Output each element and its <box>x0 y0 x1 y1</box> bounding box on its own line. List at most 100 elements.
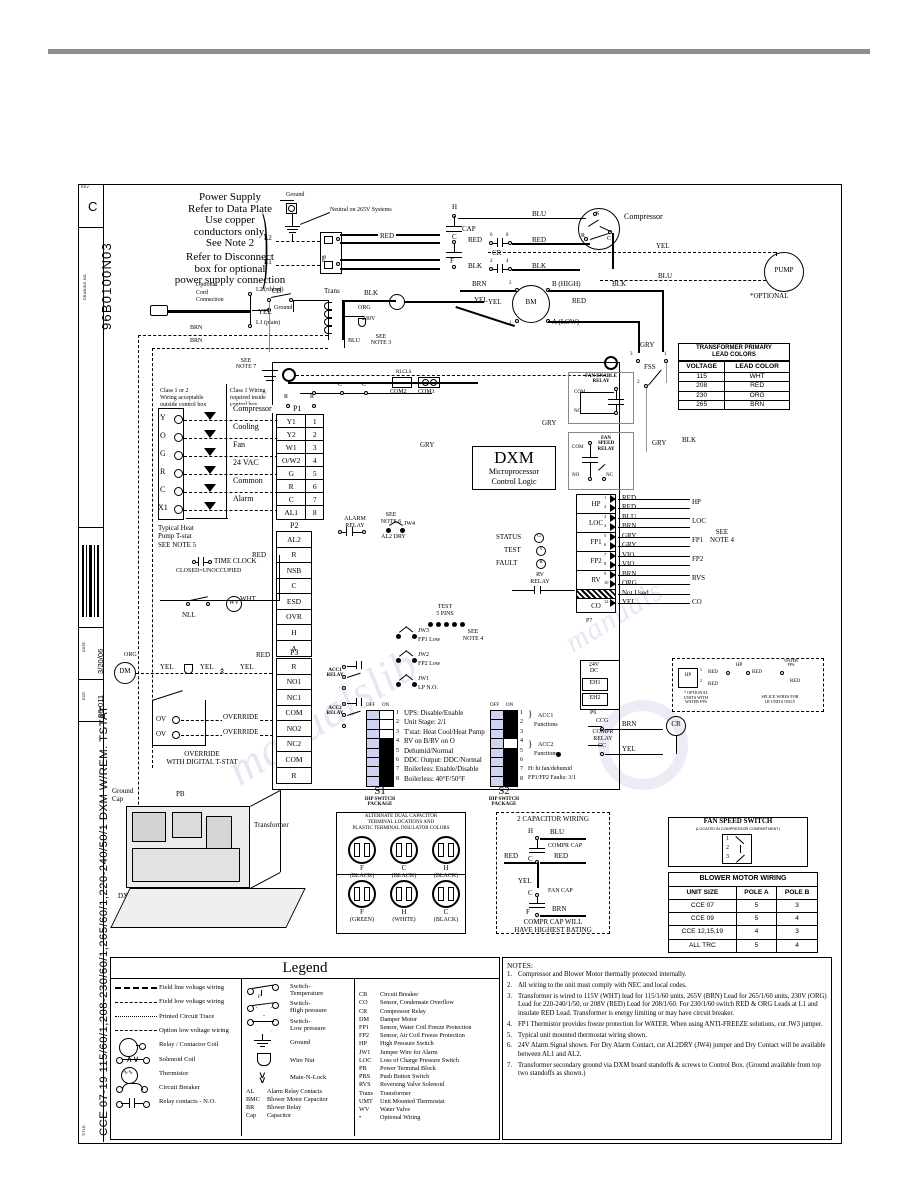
legend-item: Switch- Low pressure <box>246 1017 351 1033</box>
table-cell: 5 <box>735 912 778 927</box>
note-text: All wiring to the unit must comply with … <box>518 981 687 989</box>
p1-pin: 3 <box>312 442 317 452</box>
abbr-key: PBS <box>359 1073 371 1081</box>
legend-abbr: AL Alarm Relay Contacts <box>246 1088 351 1096</box>
p7-connector-arrow <box>610 599 616 607</box>
legend-abbr: Cap Capacitor <box>246 1112 351 1120</box>
p7-wire-line <box>618 584 690 585</box>
cap-terminal-color: (BLACK) <box>433 917 459 923</box>
dip-on-side <box>380 739 393 748</box>
s1-switch-package[interactable] <box>366 710 394 788</box>
mate-n-lock-dm: » <box>216 667 227 674</box>
yel-pump-line <box>488 252 776 253</box>
class-outside-note: Class 1 or 2 Wiring acceptable outside c… <box>160 388 207 409</box>
alarm-relay-label: ALARM RELAY <box>344 516 366 529</box>
brn-bm: BRN <box>472 280 487 288</box>
s2-switch-2[interactable] <box>491 720 517 730</box>
table-cell: CCE 12,15,19 <box>668 925 737 940</box>
acc2-n2 <box>342 713 346 717</box>
p7-connector-arrow <box>610 542 616 550</box>
s1-switch-5[interactable] <box>367 748 393 758</box>
s1-switch-7[interactable] <box>367 767 393 777</box>
s1-on: ON <box>382 703 390 708</box>
p7-connector-arrow <box>610 561 616 569</box>
note-item: 4. FP1 Thermistor provides freeze protect… <box>507 1021 827 1030</box>
water-red2: RED <box>708 682 718 687</box>
tp-2 <box>436 622 441 627</box>
p2-row: C <box>277 579 311 594</box>
fss-down <box>646 388 647 452</box>
acc2-n3 <box>342 724 346 728</box>
ar-w1 <box>342 532 347 533</box>
l1-line <box>276 265 320 266</box>
s2-switch-5[interactable] <box>491 748 517 758</box>
cr-w4 <box>503 269 509 270</box>
abbr-key: HP <box>359 1040 367 1048</box>
table-cell: 230 <box>677 390 726 401</box>
trans-sec-b <box>344 316 364 317</box>
trans-table-title: TRANSFORMER PRIMARY LEAD COLORS <box>696 345 772 359</box>
cap-terminal-letter: F <box>360 908 364 916</box>
two-cap-yel-stem <box>537 862 539 888</box>
p7-connector-arrow <box>610 533 616 541</box>
dip-on-side <box>380 757 393 767</box>
p2-terminal: C <box>291 581 297 591</box>
s1-switch-1[interactable] <box>367 711 393 721</box>
s1-switch-4[interactable] <box>367 739 393 749</box>
legend-column-2: F Switch- Temperature Switch- High pressure S… <box>242 979 355 1137</box>
s1-switch-3[interactable] <box>367 729 393 740</box>
s2-switch-6[interactable] <box>491 757 517 768</box>
tstat-function: Fan <box>232 440 246 450</box>
legend-abbr: FP2 Sensor, Air Coil Freeze Protection <box>359 1032 496 1040</box>
tstat-terminal-R: R <box>160 467 166 476</box>
fss-p3: 3 <box>726 854 729 860</box>
dip-off-side <box>367 767 380 776</box>
p1-row: W1 3 <box>277 441 323 454</box>
p2-row: NSB <box>277 563 311 579</box>
p7-wire-line <box>618 575 690 576</box>
tstat-screw <box>174 469 183 478</box>
jw2-fn: FP2 Low <box>418 661 441 667</box>
table-row: 265 BRN <box>677 399 790 411</box>
legend-abbr: CB Circuit Breaker <box>359 991 496 999</box>
s2-switch-package[interactable] <box>490 710 518 788</box>
tstat-wire <box>184 456 278 457</box>
p3-row: NC1 <box>277 690 311 706</box>
fsr-com: COM <box>572 445 584 450</box>
dip-on-side <box>380 748 393 757</box>
p7-wire-line <box>618 499 690 500</box>
s1-switch-6[interactable] <box>367 757 393 768</box>
s1-switch-2[interactable] <box>367 720 393 730</box>
table-cell: 5 <box>735 898 778 914</box>
s2-switch-3[interactable] <box>491 729 517 740</box>
p1-terminal-name: R <box>277 480 307 492</box>
tstat-terminal-Y: Y <box>160 413 166 422</box>
bn-4 <box>286 404 290 408</box>
fer-st1 <box>616 391 617 399</box>
cap-terminal-color: (WHITE) <box>392 917 416 923</box>
tstat-wire <box>184 474 278 475</box>
notes-title: NOTES: <box>507 961 533 970</box>
dip-off-side <box>367 757 380 767</box>
option-low-voltage-icon <box>115 1025 159 1036</box>
two-cap-plate1 <box>529 848 545 849</box>
tp-5 <box>460 622 465 627</box>
s2-switch-4[interactable] <box>491 739 517 749</box>
jw1-d1 <box>396 682 401 687</box>
tstat-wire <box>184 510 278 511</box>
wfps-n3 <box>780 671 784 675</box>
abbr-key: CO <box>359 999 368 1007</box>
cr-w2 <box>503 243 509 244</box>
tstat-function: Cooling <box>232 422 260 432</box>
p1-terminal-name: Y1 <box>277 415 307 427</box>
field-low-voltage-icon <box>115 997 159 1008</box>
thermistor-icon: ∿∿ <box>115 1067 159 1085</box>
yel-bm: YEL <box>474 296 488 304</box>
tstat-screw <box>174 433 183 442</box>
bm-pin2: 2 <box>509 281 512 286</box>
s2-switch-7[interactable] <box>491 767 517 777</box>
jw3-d2 <box>412 634 417 639</box>
notes-box: NOTES: 1. Compressor and Blower Motor the… <box>502 957 832 1140</box>
p7-device: LOC <box>692 517 706 525</box>
s2-switch-1[interactable] <box>491 711 517 721</box>
